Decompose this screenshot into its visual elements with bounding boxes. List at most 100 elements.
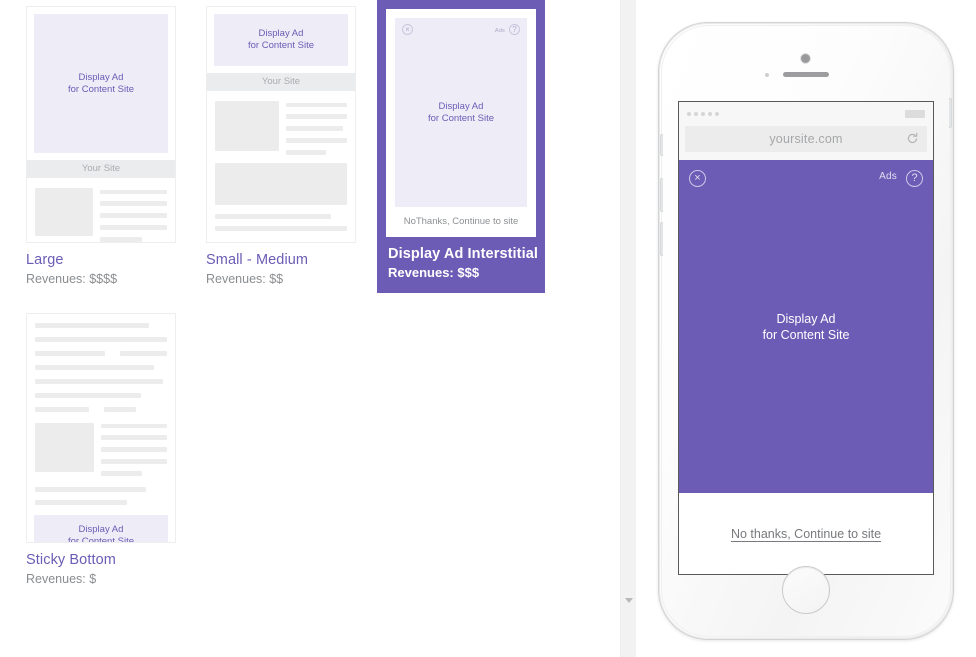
volume-up-button[interactable] — [660, 178, 663, 212]
ad-format-card-display-ad-interstitial[interactable]: × Ads ? Display Ad for Content Site NoTh… — [377, 0, 545, 293]
home-button[interactable] — [782, 566, 830, 614]
your-site-bar: Your Site — [207, 73, 355, 91]
skeleton-line — [35, 393, 141, 398]
vertical-scrollbar[interactable] — [620, 0, 636, 657]
ad-placeholder-line1: Display Ad — [776, 311, 836, 326]
app-root: Display Ad for Content Site Your Site La… — [0, 0, 976, 657]
skeleton-line — [286, 103, 347, 107]
skeleton-thumb — [35, 188, 93, 236]
ads-label: Ads — [494, 28, 505, 34]
earpiece-speaker-icon — [783, 72, 829, 77]
skeleton-line — [35, 337, 167, 342]
skeleton-line — [101, 471, 142, 476]
volume-down-button[interactable] — [660, 222, 663, 256]
skeleton-line — [101, 459, 167, 464]
interstitial-preview: × Ads ? Display Ad for Content Site NoTh… — [386, 9, 536, 237]
skeleton-lines — [101, 423, 167, 476]
interstitial-ad-area: × Ads ? Display Ad for Content Site — [679, 160, 933, 493]
skeleton-line — [100, 201, 167, 206]
skeleton-line — [35, 365, 154, 370]
ad-placeholder-large: Display Ad for Content Site — [34, 14, 168, 153]
continue-to-site-area: No thanks, Continue to site — [679, 493, 933, 574]
ad-placeholder-line1: Display Ad — [78, 523, 124, 535]
card-meta-sticky-bottom: Sticky Bottom Revenues: $ — [26, 543, 176, 587]
close-icon[interactable]: × — [402, 24, 413, 35]
card-meta-small-medium: Small - Medium Revenues: $$ — [206, 243, 356, 287]
proximity-sensor-icon — [765, 73, 769, 77]
card-title: Display Ad Interstitial — [388, 246, 539, 262]
url-text: yoursite.com — [769, 132, 843, 146]
close-icon[interactable]: × — [689, 170, 706, 187]
ad-format-gallery: Display Ad for Content Site Your Site La… — [0, 0, 620, 657]
skeleton-thumb — [215, 101, 279, 151]
status-bar — [679, 102, 933, 126]
skeleton-line — [215, 226, 347, 231]
skeleton-line — [35, 323, 149, 328]
card-meta-large: Large Revenues: $$$$ — [26, 243, 176, 287]
battery-icon — [905, 110, 925, 118]
ad-format-card-small-medium[interactable]: Display Ad for Content Site Your Site Sm… — [206, 6, 356, 287]
help-icon[interactable]: ? — [906, 170, 923, 187]
skeleton-line — [100, 213, 167, 218]
continue-to-site-text[interactable]: NoThanks, Continue to site — [386, 207, 536, 237]
skeleton-row — [35, 188, 167, 242]
ad-placeholder-line1: Display Ad — [78, 71, 124, 83]
ad-placeholder-line2: for Content Site — [67, 83, 134, 95]
skeleton-row — [215, 101, 347, 155]
content-skeleton-large — [27, 178, 175, 242]
skeleton-line — [101, 424, 167, 428]
skeleton-line — [215, 214, 332, 219]
power-button[interactable] — [949, 98, 952, 128]
ad-format-card-large[interactable]: Display Ad for Content Site Your Site La… — [26, 6, 176, 287]
url-input[interactable]: yoursite.com — [685, 126, 927, 152]
card-revenues: Revenues: $ — [26, 572, 97, 586]
phone-inner-bezel: yoursite.com × Ads ? Display Ad for Cont… — [660, 25, 952, 637]
skeleton-lines — [100, 188, 167, 242]
scroll-down-arrow-icon[interactable] — [621, 593, 636, 607]
continue-to-site-link[interactable]: No thanks, Continue to site — [731, 527, 881, 541]
ads-label: Ads — [879, 171, 897, 182]
card-title: Sticky Bottom — [26, 552, 116, 568]
skeleton-line — [286, 138, 347, 143]
skeleton-line — [101, 435, 167, 440]
ad-placeholder-interstitial: × Ads ? Display Ad for Content Site — [395, 18, 527, 207]
ad-placeholder-small-medium: Display Ad for Content Site — [214, 14, 348, 66]
skeleton-row — [35, 407, 167, 412]
ad-placeholder-line1: Display Ad — [438, 100, 484, 112]
card-revenues: Revenues: $$$ — [388, 265, 480, 280]
skeleton-lines — [286, 101, 347, 155]
ad-placeholder-line2: for Content Site — [247, 40, 314, 51]
card-preview-large: Display Ad for Content Site Your Site — [26, 6, 176, 243]
ad-placeholder-line2: for Content Site — [427, 112, 494, 124]
phone-screen: yoursite.com × Ads ? Display Ad for Cont… — [678, 101, 934, 575]
silent-switch-button[interactable] — [660, 134, 663, 156]
skeleton-line — [100, 225, 167, 230]
signal-dots-icon — [687, 112, 719, 116]
content-skeleton-sticky-bottom — [27, 314, 175, 505]
card-revenues: Revenues: $$$$ — [26, 272, 118, 286]
skeleton-line — [286, 126, 344, 131]
card-revenues: Revenues: $$ — [206, 272, 284, 286]
skeleton-line — [100, 190, 167, 194]
card-preview-interstitial: × Ads ? Display Ad for Content Site NoTh… — [386, 9, 536, 237]
phone-body: yoursite.com × Ads ? Display Ad for Cont… — [658, 22, 954, 640]
ad-placeholder-line1: Display Ad — [258, 28, 304, 39]
skeleton-line — [100, 237, 142, 242]
skeleton-line — [35, 500, 128, 505]
help-icon[interactable]: ? — [509, 24, 520, 35]
ad-format-card-sticky-bottom[interactable]: Display Ad for Content Site Sticky Botto… — [26, 313, 176, 587]
content-skeleton-small-medium — [207, 91, 355, 231]
reload-icon[interactable] — [906, 132, 919, 145]
skeleton-row — [35, 351, 167, 356]
front-camera-icon — [801, 54, 810, 63]
skeleton-line — [35, 407, 90, 412]
card-meta-interstitial: Display Ad Interstitial Revenues: $$$ — [386, 237, 539, 281]
skeleton-row — [35, 423, 167, 476]
card-preview-sticky-bottom: Display Ad for Content Site — [26, 313, 176, 543]
ad-placeholder-text: Display Ad for Content Site — [763, 311, 850, 343]
card-title: Large — [26, 252, 64, 268]
skeleton-line — [119, 351, 167, 356]
ad-placeholder-sticky-bottom: Display Ad for Content Site — [34, 515, 168, 542]
skeleton-line — [286, 150, 326, 155]
phone-mockup: yoursite.com × Ads ? Display Ad for Cont… — [650, 0, 976, 657]
